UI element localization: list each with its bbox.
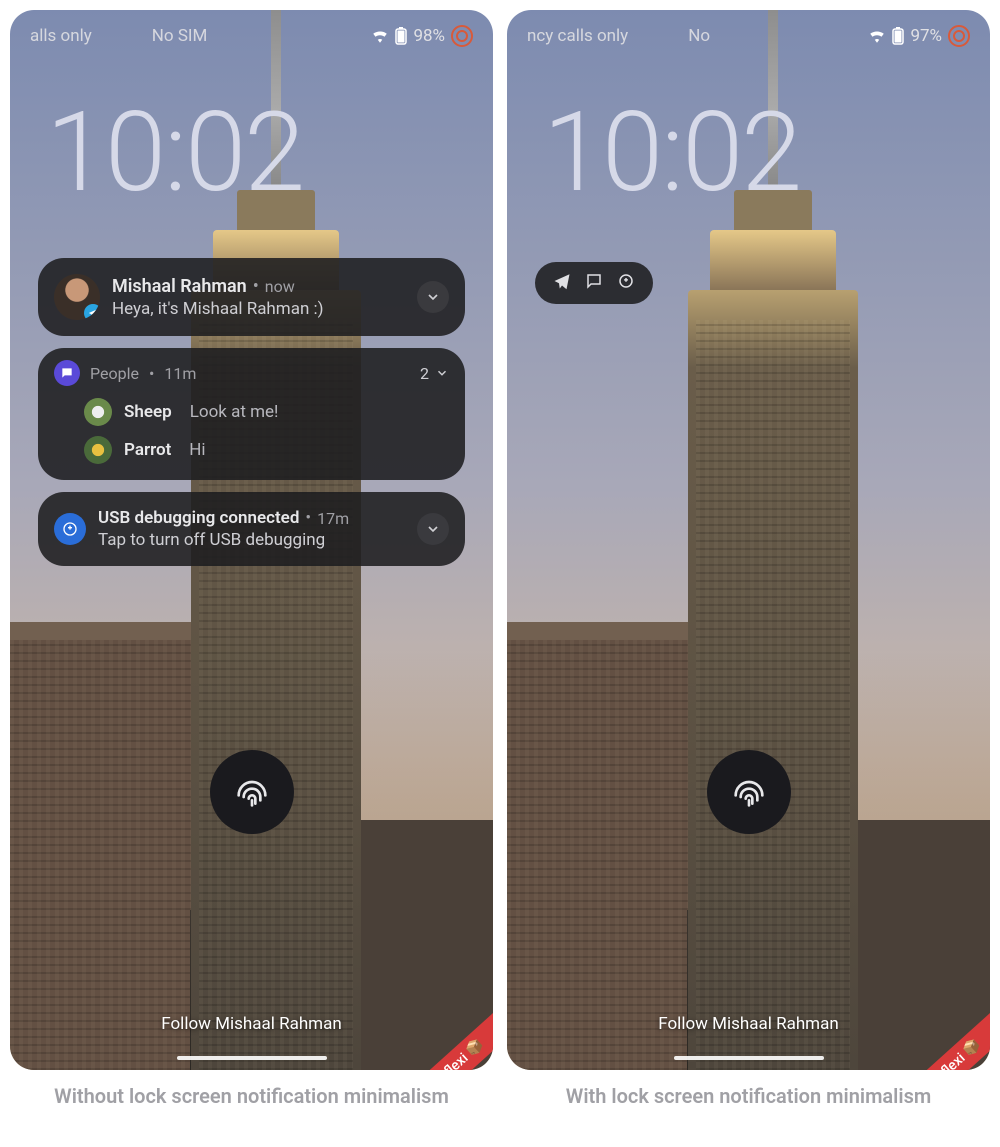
lockscreen-clock: 10:02 — [543, 98, 800, 208]
notif-app-name: People — [90, 364, 139, 383]
wifi-icon — [868, 29, 886, 43]
conversation-item[interactable]: Parrot Hi — [84, 436, 449, 464]
messages-icon — [585, 272, 603, 294]
notif-time: 17m — [317, 509, 349, 528]
sim-text: No SIM — [92, 26, 372, 46]
battery-percent: 98% — [413, 26, 445, 46]
expand-button[interactable] — [417, 281, 449, 313]
messages-app-icon — [54, 360, 80, 386]
panel-caption: With lock screen notification minimalism — [507, 1084, 990, 1108]
notification-telegram[interactable]: Mishaal Rahman • now Heya, it's Mishaal … — [38, 258, 465, 336]
conversation-list: Sheep Look at me! Parrot Hi — [54, 398, 449, 464]
separator: • — [305, 508, 311, 528]
carrier-text: ncy calls only — [527, 26, 628, 46]
telegram-icon — [553, 272, 571, 294]
notification-minimal-pill[interactable] — [535, 262, 653, 304]
wifi-icon — [371, 29, 389, 43]
fingerprint-button[interactable] — [707, 750, 791, 834]
status-bar: ncy calls only No 97% — [507, 10, 990, 62]
lockscreen-clock: 10:02 — [46, 98, 303, 208]
user-switch-icon[interactable] — [451, 25, 473, 47]
battery-icon — [395, 27, 407, 45]
sim-text: No — [628, 26, 868, 46]
carrier-text: alls only — [30, 26, 92, 46]
lockscreen-left: alls only No SIM 98% 10:02 — [10, 10, 493, 1070]
conversation-item[interactable]: Sheep Look at me! — [84, 398, 449, 426]
wallpaper-building — [507, 640, 717, 1070]
conversation-message: Look at me! — [190, 402, 279, 422]
notif-message: Heya, it's Mishaal Rahman :) — [112, 299, 405, 319]
notification-system-usb[interactable]: USB debugging connected • 17m Tap to tur… — [38, 492, 465, 566]
conversation-name: Sheep — [124, 402, 172, 422]
battery-percent: 97% — [910, 26, 942, 46]
notif-sender: Mishaal Rahman — [112, 276, 247, 297]
usb-debug-icon — [54, 513, 86, 545]
wallpaper-building — [10, 640, 220, 1070]
battery-icon — [892, 27, 904, 45]
panel-caption: Without lock screen notification minimal… — [10, 1084, 493, 1108]
status-bar: alls only No SIM 98% — [10, 10, 493, 62]
conversation-message: Hi — [189, 440, 205, 460]
notif-message: Tap to turn off USB debugging — [98, 530, 405, 550]
chevron-down-icon[interactable] — [435, 366, 449, 380]
conversation-name: Parrot — [124, 440, 171, 460]
lockscreen-right: ncy calls only No 97% 10:02 — [507, 10, 990, 1070]
chevron-down-icon — [425, 289, 441, 305]
chevron-down-icon — [425, 521, 441, 537]
avatar — [84, 398, 112, 426]
fingerprint-button[interactable] — [210, 750, 294, 834]
expand-button[interactable] — [417, 513, 449, 545]
avatar — [84, 436, 112, 464]
home-indicator[interactable] — [674, 1056, 824, 1060]
avatar — [54, 274, 100, 320]
telegram-badge-icon — [84, 304, 100, 320]
notif-time: now — [265, 277, 295, 296]
notif-time: 11m — [164, 364, 196, 383]
separator: • — [253, 276, 259, 297]
notification-stack: Mishaal Rahman • now Heya, it's Mishaal … — [38, 258, 465, 566]
notif-count: 2 — [420, 364, 429, 383]
usb-debug-icon — [617, 272, 635, 294]
fingerprint-icon — [729, 772, 769, 812]
home-indicator[interactable] — [177, 1056, 327, 1060]
wallpaper-watermark: Follow Mishaal Rahman — [10, 1014, 493, 1034]
user-switch-icon[interactable] — [948, 25, 970, 47]
notif-title: USB debugging connected — [98, 508, 299, 528]
separator: • — [149, 364, 154, 383]
wallpaper-watermark: Follow Mishaal Rahman — [507, 1014, 990, 1034]
notification-people-group[interactable]: People • 11m 2 Sheep Look at me! — [38, 348, 465, 480]
wallpaper-empire-state — [688, 170, 858, 1070]
fingerprint-icon — [232, 772, 272, 812]
